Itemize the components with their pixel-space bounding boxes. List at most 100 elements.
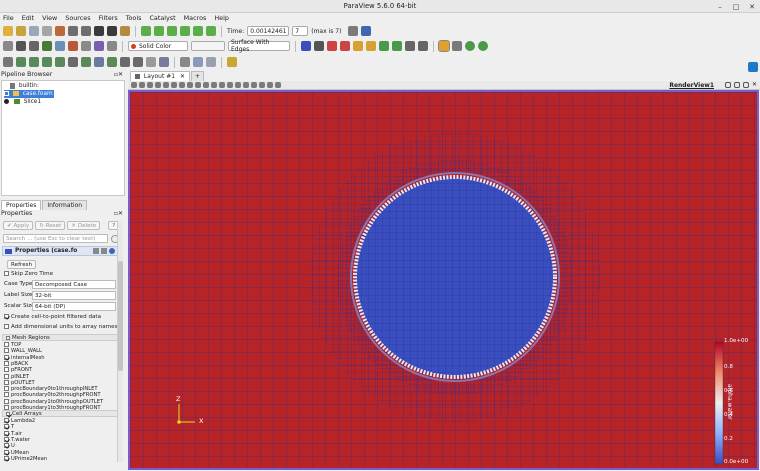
view-tool-icon[interactable] xyxy=(267,82,273,88)
close-icon[interactable]: ✕ xyxy=(748,3,756,11)
menu-help[interactable]: Help xyxy=(214,13,229,24)
add-units-row[interactable]: Add dimensional units to array names xyxy=(4,323,118,332)
panel-float-close-icon[interactable]: ▫✕ xyxy=(114,71,123,79)
undo-icon[interactable] xyxy=(68,26,78,36)
reset-camera-icon[interactable] xyxy=(301,41,311,51)
filter-group-icon[interactable] xyxy=(120,57,130,67)
reset-button[interactable]: ↻ Reset xyxy=(35,221,66,230)
view-tool-icon[interactable] xyxy=(147,82,153,88)
cell-array-row[interactable]: Lambda2 xyxy=(4,418,35,424)
interactive-select-icon[interactable] xyxy=(465,41,475,51)
open-icon[interactable] xyxy=(3,26,13,36)
cell-arrays-header[interactable]: Cell Arrays xyxy=(2,410,119,417)
set-view-plus-y-icon[interactable] xyxy=(353,41,363,51)
representation-dropdown[interactable]: Surface With Edges xyxy=(228,39,290,53)
save-state-icon[interactable] xyxy=(29,26,39,36)
mesh-region-row[interactable]: pOUTLET xyxy=(4,379,35,386)
split-vertical-icon[interactable] xyxy=(733,82,740,88)
time-value-field[interactable]: 0.00142461 xyxy=(247,26,290,36)
menu-edit[interactable]: Edit xyxy=(22,13,34,24)
camera-undo-icon[interactable] xyxy=(94,26,104,36)
colorbar-gradient[interactable] xyxy=(714,341,724,465)
cell-array-row[interactable]: U xyxy=(4,443,15,449)
scalar-size-dropdown[interactable]: 64-bit (DP) xyxy=(32,302,116,311)
glyph-icon[interactable] xyxy=(81,41,91,51)
set-view-plus-x-icon[interactable] xyxy=(327,41,337,51)
help-icon[interactable] xyxy=(120,26,130,36)
cell-array-row[interactable]: T xyxy=(4,424,14,430)
mesh-region-checkbox[interactable] xyxy=(4,348,9,354)
mesh-region-row[interactable]: procBoundary0to1throughpINLET xyxy=(4,386,98,392)
save-data-icon[interactable] xyxy=(16,26,26,36)
filter-glyph-icon[interactable] xyxy=(81,57,91,67)
set-view-minus-x-icon[interactable] xyxy=(340,41,350,51)
copy-icon[interactable] xyxy=(93,248,99,254)
view-tool-icon[interactable] xyxy=(139,82,145,88)
filter-threshold-icon[interactable] xyxy=(55,57,65,67)
split-horizontal-icon[interactable] xyxy=(724,82,731,88)
add-layout-tab[interactable]: + xyxy=(191,71,205,81)
select-cells-icon[interactable] xyxy=(438,40,450,52)
cell-arrays-toggle[interactable] xyxy=(6,411,10,416)
component-dropdown[interactable] xyxy=(191,41,225,51)
rotate-90-icon[interactable] xyxy=(405,41,415,51)
cell-array-checkbox[interactable] xyxy=(4,455,9,461)
mesh-region-checkbox[interactable] xyxy=(4,398,9,404)
tab-properties[interactable]: Properties xyxy=(1,200,42,210)
calculator-icon[interactable] xyxy=(3,41,13,51)
menu-macros[interactable]: Macros xyxy=(184,13,207,24)
cell-array-checkbox[interactable] xyxy=(4,443,9,449)
camera-redo-icon[interactable] xyxy=(107,26,117,36)
view-tool-icon[interactable] xyxy=(211,82,217,88)
set-view-minus-y-icon[interactable] xyxy=(366,41,376,51)
mesh-region-checkbox[interactable] xyxy=(4,386,9,392)
view-tool-icon[interactable] xyxy=(203,82,209,88)
ruler-icon[interactable] xyxy=(227,57,237,67)
mesh-region-row[interactable]: TOP xyxy=(4,342,21,348)
view-tool-icon[interactable] xyxy=(275,82,281,88)
filter-reflect-icon[interactable] xyxy=(180,57,190,67)
connect-icon[interactable] xyxy=(42,26,52,36)
close-view-icon[interactable]: ✕ xyxy=(752,82,757,88)
loop-icon[interactable] xyxy=(206,26,216,36)
cell-array-row[interactable]: UMean xyxy=(4,449,29,456)
view-tool-icon[interactable] xyxy=(219,82,225,88)
view-tool-icon[interactable] xyxy=(131,82,137,88)
visibility-eye-icon[interactable] xyxy=(4,99,9,104)
filter-slice-icon[interactable] xyxy=(42,57,52,67)
mesh-region-row[interactable]: procBoundary1to0throughpOUTLET xyxy=(4,398,103,405)
view-tool-icon[interactable] xyxy=(195,82,201,88)
previous-frame-icon[interactable] xyxy=(154,26,164,36)
extract-subset-icon[interactable] xyxy=(68,41,78,51)
filter-integrate-icon[interactable] xyxy=(146,57,156,67)
visibility-eye-icon[interactable] xyxy=(4,91,9,96)
menu-file[interactable]: File xyxy=(3,13,14,24)
view-tool-icon[interactable] xyxy=(163,82,169,88)
label-size-dropdown[interactable]: 32-bit xyxy=(32,291,116,300)
cell-array-checkbox[interactable] xyxy=(4,449,9,455)
view-tool-icon[interactable] xyxy=(251,82,257,88)
cell-array-row[interactable]: T.air xyxy=(4,430,22,437)
mesh-region-checkbox[interactable] xyxy=(4,392,9,398)
mesh-region-row[interactable]: internalMesh xyxy=(4,354,45,361)
mesh-region-checkbox[interactable] xyxy=(4,354,9,360)
side-toggle-icon[interactable] xyxy=(748,62,758,72)
set-view-minus-z-icon[interactable] xyxy=(392,41,402,51)
menu-catalyst[interactable]: Catalyst xyxy=(149,13,175,24)
skip-zero-time-checkbox[interactable] xyxy=(4,271,9,276)
filter-plot-icon[interactable] xyxy=(159,57,169,67)
mesh-region-row[interactable]: pBACK xyxy=(4,360,28,367)
mesh-regions-header[interactable]: Mesh Regions xyxy=(2,334,119,341)
annotate-time-icon[interactable] xyxy=(348,26,359,36)
filter-extract-icon[interactable] xyxy=(68,57,78,67)
filter-clip-icon[interactable] xyxy=(29,57,39,67)
delete-button[interactable]: ✕ Delete xyxy=(67,221,101,230)
properties-search-input[interactable]: Search ... (use Esc to clear text) xyxy=(3,234,108,243)
reload-icon[interactable] xyxy=(109,248,115,254)
stream-tracer-icon[interactable] xyxy=(94,41,104,51)
threshold-icon[interactable] xyxy=(55,41,65,51)
scrollbar-thumb[interactable] xyxy=(118,261,123,371)
timestep-spinbox[interactable]: 7 xyxy=(292,26,309,36)
mesh-region-checkbox[interactable] xyxy=(4,373,9,379)
view-tool-icon[interactable] xyxy=(259,82,265,88)
